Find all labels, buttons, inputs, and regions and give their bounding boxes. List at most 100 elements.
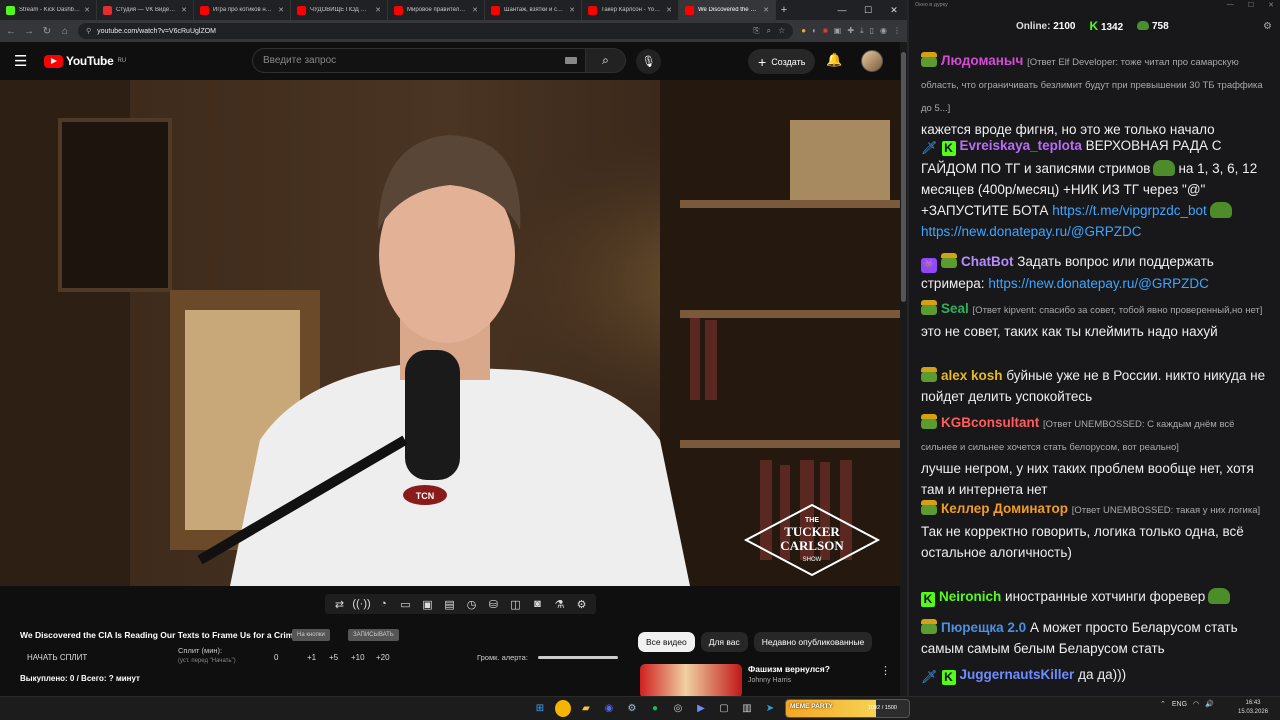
back-icon[interactable]: ← [6,26,16,37]
tray-expand-icon[interactable]: ⌃ [1160,700,1166,708]
video-thumbnail[interactable] [640,664,742,698]
new-tab-button[interactable]: + [776,4,792,16]
cinema-icon[interactable]: ▤ [441,596,458,612]
close-tab-icon[interactable]: ✕ [278,6,284,14]
discord-icon[interactable]: ◉ [601,700,617,717]
buttons-chip[interactable]: На кнопки [292,629,330,641]
close-tab-icon[interactable]: ✕ [181,6,187,14]
create-button[interactable]: + Создать [748,49,816,74]
add-1-button[interactable]: +1 [307,653,316,662]
avatar[interactable] [861,50,883,72]
app-icon[interactable]: ▢ [716,700,732,717]
add-10-button[interactable]: +10 [351,653,365,662]
extension-icon[interactable]: ◐ [812,26,817,36]
url-field[interactable]: ⚲ youtube.com/watch?v=V6cRuUglZOM ⎘ ⌕ ☆ [78,23,794,39]
browser-tab-active[interactable]: We Discovered the CIA ✕ [679,0,776,20]
screenshot-icon[interactable]: ◫ [507,596,524,612]
obs-icon[interactable]: ◎ [670,700,686,717]
search-input[interactable]: Введите запрос [252,48,586,73]
sidebar-icon[interactable]: ▯ [870,26,874,36]
bookmark-star-icon[interactable]: ☆ [778,26,785,36]
chat-username[interactable]: Seal [941,301,969,316]
record-chip[interactable]: ЗАПИСЫВАТЬ [348,629,399,641]
close-tab-icon[interactable]: ✕ [763,6,769,14]
menu-kebab-icon[interactable]: ⋮ [893,26,901,36]
install-icon[interactable]: ⎘ [753,26,759,36]
minimize-icon[interactable]: — [829,5,855,16]
browser-tab[interactable]: Шантаж, взятки и стрельба✕ [485,0,582,20]
wifi-icon[interactable]: ◠ [1193,700,1199,708]
browser-tab[interactable]: Мировое правительство ✕ [388,0,485,20]
maximize-icon[interactable]: ☐ [1248,1,1254,9]
media-player-icon[interactable]: ▶ [693,700,709,717]
extension-icon[interactable]: ▣ [834,26,842,36]
camera-icon[interactable]: ◙ [529,596,546,612]
minimize-icon[interactable]: — [1227,1,1234,9]
browser-tab[interactable]: ЧУДОВИЩЕ ПОД МАСКОЙ✕ [291,0,388,20]
extensions-puzzle-icon[interactable]: ✚ [847,26,854,36]
forward-icon[interactable]: → [24,26,34,37]
chat-username[interactable]: Evreiskaya_teplota [960,138,1082,153]
voice-search-button[interactable]: 🎙 [636,49,661,74]
split-minutes-value[interactable]: 0 [274,653,278,662]
notifications-bell-icon[interactable]: 🔔 [826,52,842,68]
maximize-icon[interactable]: ☐ [855,5,881,16]
browser-tab[interactable]: Такер Карлсон - YouTube✕ [582,0,679,20]
keyboard-icon[interactable] [565,57,577,64]
spotify-icon[interactable]: ● [647,700,663,717]
reload-icon[interactable]: ↻ [42,26,52,37]
chat-username[interactable]: KGBconsultant [941,415,1039,430]
extension-icon[interactable]: ■ [823,26,828,36]
telegram-icon[interactable]: ➤ [762,700,778,717]
filter-recent[interactable]: Недавно опубликованные [753,632,873,652]
search-button[interactable]: ⌕ [586,48,626,73]
chat-username[interactable]: Келлер Доминатор [941,501,1068,516]
chat-link[interactable]: https://t.me/vipgrpzdc_bot [1052,203,1207,218]
chat-username[interactable]: ChatBot [961,254,1014,269]
add-5-button[interactable]: +5 [329,653,338,662]
windows-start-icon[interactable]: ⊞ [532,700,548,717]
language-indicator[interactable]: ENG [1172,701,1187,708]
chrome-icon[interactable] [555,700,571,717]
close-tab-icon[interactable]: ✕ [375,6,381,14]
chat-username[interactable]: alex kosh [941,368,1003,383]
gear-icon[interactable]: ⚙ [1263,21,1272,32]
page-scrollbar[interactable] [900,42,907,696]
close-tab-icon[interactable]: ✕ [666,6,672,14]
hamburger-menu-icon[interactable]: ☰ [14,52,34,70]
speed-icon[interactable]: ◷ [463,596,480,612]
profile-icon[interactable]: ◉ [880,26,887,36]
video-player[interactable]: TCN THE TUCKER CARLSON SHOW [0,80,900,586]
youtube-logo[interactable]: YouTube RU [44,54,126,68]
close-icon[interactable]: ✕ [881,5,907,16]
browser-tab[interactable]: Stream - Kick Dashboard ✕ [0,0,97,20]
steam-icon[interactable]: ⚙ [624,700,640,717]
close-tab-icon[interactable]: ✕ [84,6,90,14]
save-icon[interactable]: ⛁ [485,596,502,612]
loop-icon[interactable]: ⇄ [331,596,348,612]
chat-username[interactable]: Пюрещка 2.0 [941,620,1026,635]
site-info-icon[interactable]: ⚲ [86,27,91,35]
filter-for-you[interactable]: Для вас [700,632,748,652]
close-tab-icon[interactable]: ✕ [569,6,575,14]
gear-icon[interactable]: ⚙ [573,596,590,612]
volume-icon[interactable]: 🔊 [1205,700,1214,708]
start-split-button[interactable]: НАЧАТЬ СПЛИТ [27,653,87,662]
watch-later-icon[interactable]: ◔ [375,596,392,612]
home-icon[interactable]: ⌂ [60,26,70,37]
add-20-button[interactable]: +20 [376,653,390,662]
picture-in-picture-icon[interactable]: ▣ [419,596,436,612]
recommended-channel[interactable]: Johnny Harris [748,677,791,684]
recommended-title[interactable]: Фашизм вернулся? [748,664,830,674]
alert-volume-slider[interactable] [538,656,618,659]
browser-tab[interactable]: Игра про котиков на Nintendo✕ [194,0,291,20]
scrollbar-thumb[interactable] [901,52,906,302]
browser-tab[interactable]: Студия — VK Видео Live✕ [97,0,194,20]
close-icon[interactable]: ✕ [1268,1,1274,9]
chat-link[interactable]: https://new.donatepay.ru/@GRPZDC [921,224,1142,239]
more-options-icon[interactable]: ⋮ [880,664,891,677]
clip-icon[interactable]: ▭ [397,596,414,612]
flask-icon[interactable]: ⚗ [551,596,568,612]
chat-link[interactable]: https://new.donatepay.ru/@GRPZDC [988,276,1209,291]
download-icon[interactable]: ⤓ [860,26,864,36]
